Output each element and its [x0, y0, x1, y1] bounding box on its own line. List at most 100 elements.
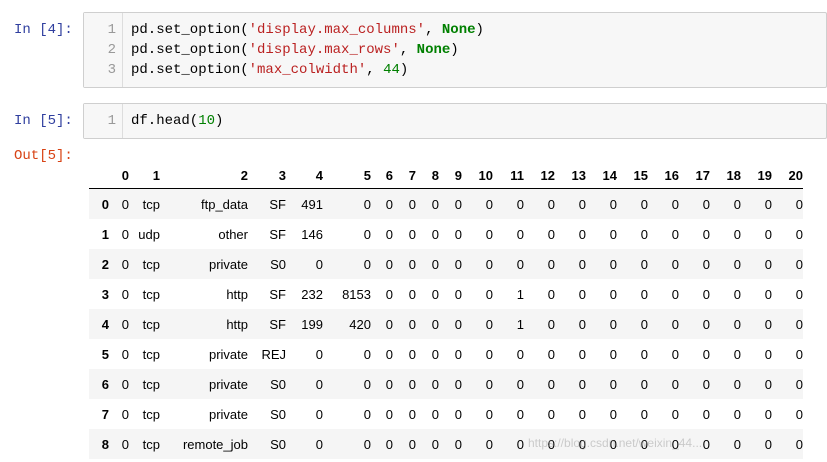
table-cell: 0	[702, 286, 710, 302]
table-cell: 0	[431, 376, 439, 392]
code-function: pd.set_option(	[131, 22, 249, 38]
table-cell: 1	[516, 286, 524, 302]
table-cell: 0	[363, 196, 371, 212]
table-cell: 0	[733, 376, 741, 392]
column-header: 3	[248, 162, 286, 189]
table-cell: 0	[408, 346, 416, 362]
table-cell: 0	[578, 406, 586, 422]
table-cell: 0	[385, 406, 393, 422]
table-cell: 0	[454, 196, 462, 212]
table-cell: 0	[578, 286, 586, 302]
column-header: 16	[648, 162, 679, 189]
table-cell: 491	[301, 196, 323, 212]
table-cell: 0	[609, 406, 617, 422]
code-number: 44	[383, 62, 400, 78]
code-line: pd.set_option('max_colwidth', 44)	[131, 62, 408, 78]
table-cell: 0	[733, 286, 741, 302]
table-cell: tcp	[142, 406, 160, 422]
table-cell: S0	[270, 256, 286, 272]
column-header: 15	[617, 162, 648, 189]
table-cell: 0	[702, 196, 710, 212]
column-header: 19	[741, 162, 772, 189]
code-line: df.head(10)	[131, 113, 223, 129]
cell-in4-prompt: In [4]:	[14, 22, 73, 38]
table-cell: 0	[640, 286, 648, 302]
table-cell: 0	[764, 346, 772, 362]
table-cell: 0	[578, 316, 586, 332]
table-cell: 232	[301, 286, 323, 302]
code-close: )	[215, 113, 224, 129]
table-cell: 0	[516, 226, 524, 242]
table-cell: 0	[795, 376, 803, 392]
table-cell: 0	[454, 316, 462, 332]
column-header: 11	[493, 162, 524, 189]
table-cell: other	[218, 226, 248, 242]
table-cell: 0	[485, 316, 493, 332]
table-cell: 146	[301, 226, 323, 242]
table-cell: S0	[270, 436, 286, 452]
table-cell: 0	[454, 256, 462, 272]
table-cell: REJ	[261, 346, 286, 362]
table-cell: 0	[485, 436, 493, 452]
column-header: 5	[323, 162, 371, 189]
table-cell: 0	[485, 376, 493, 392]
table-cell: 0	[516, 376, 524, 392]
table-cell: 0	[385, 436, 393, 452]
code-line: pd.set_option('display.max_rows', None)	[131, 42, 459, 58]
table-cell: 0	[609, 226, 617, 242]
code-string: display.max_columns	[257, 22, 417, 38]
table-cell: private	[208, 346, 248, 362]
table-cell: 0	[431, 256, 439, 272]
code-quote: '	[416, 22, 426, 38]
column-header: 0	[109, 162, 129, 189]
table-cell: SF	[269, 226, 286, 242]
column-header: 8	[416, 162, 439, 189]
code-cell-in5[interactable]: 1 df.head(10)	[83, 103, 827, 139]
table-cell: 0	[516, 436, 524, 452]
table-cell: 0	[578, 256, 586, 272]
table-cell: 0	[431, 316, 439, 332]
table-cell: 0	[408, 436, 416, 452]
table-cell: 0	[795, 226, 803, 242]
code-separator: ,	[425, 22, 442, 38]
table-cell: 0	[764, 316, 772, 332]
cell-out5-prompt: Out[5]:	[14, 148, 73, 164]
table-cell: 0	[431, 226, 439, 242]
code-string: max_colwidth	[257, 62, 358, 78]
table-cell: 0	[516, 196, 524, 212]
table-cell: tcp	[142, 256, 160, 272]
table-cell: 0	[609, 196, 617, 212]
table-cell: 0	[547, 196, 555, 212]
code-close: )	[399, 62, 409, 78]
table-cell: 0	[547, 256, 555, 272]
table-cell: http	[226, 316, 248, 332]
table-cell: tcp	[142, 376, 160, 392]
table-cell: 0	[485, 196, 493, 212]
row-index: 7	[101, 406, 109, 422]
table-cell: 0	[121, 196, 129, 212]
table-row: 7 0 tcp private S0 0 0 0 0 0 0 0 0 0 0 0 0 0 0 0 0 0	[89, 399, 803, 429]
column-header: 4	[286, 162, 323, 189]
table-cell: 0	[547, 316, 555, 332]
table-cell: tcp	[142, 346, 160, 362]
column-header: 20	[772, 162, 803, 189]
code-quote: '	[391, 42, 400, 58]
row-index: 3	[101, 286, 109, 302]
code-keyword: None	[416, 42, 451, 58]
table-cell: 0	[454, 286, 462, 302]
table-cell: 8153	[342, 286, 371, 302]
dataframe-table: 0 1 2 3 4 5 6 7 8 9 10 11 12 13 14 15 16 17 18 19 20 0 0 tcp ft…	[89, 162, 803, 459]
table-cell: 0	[640, 316, 648, 332]
table-row: 4 0 tcp http SF 199 420 0 0 0 0 0 1 0 0 0 0 0 0 0 0 0	[89, 309, 803, 339]
table-cell: 0	[702, 316, 710, 332]
table-cell: 0	[408, 406, 416, 422]
code-quote: '	[248, 22, 258, 38]
table-cell: 0	[609, 286, 617, 302]
row-index: 6	[101, 376, 109, 392]
table-cell: 0	[795, 436, 803, 452]
table-cell: 0	[764, 436, 772, 452]
table-cell: 0	[795, 286, 803, 302]
table-cell: 0	[431, 406, 439, 422]
table-cell: 0	[671, 286, 679, 302]
code-cell-in4[interactable]: 1 2 3 pd.set_option('display.max_columns…	[83, 12, 827, 88]
